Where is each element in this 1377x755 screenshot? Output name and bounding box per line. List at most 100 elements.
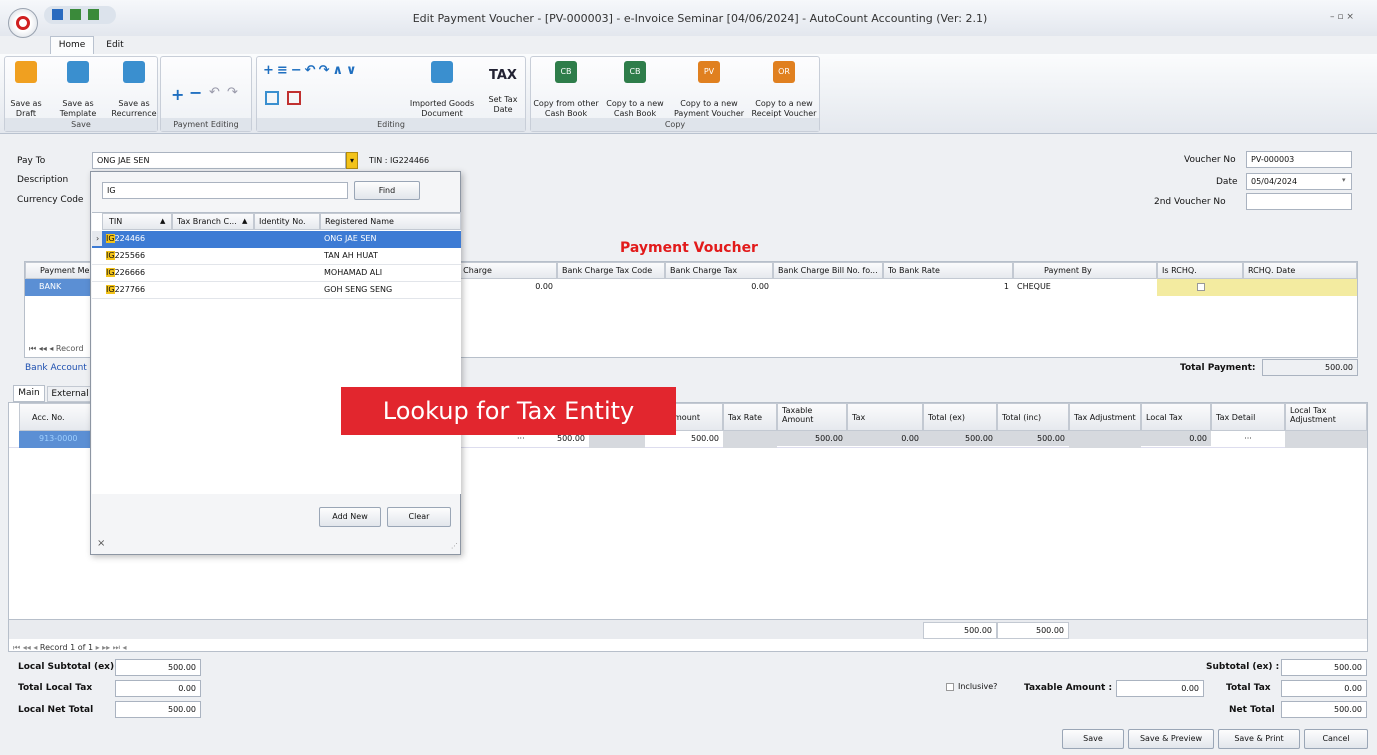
taxable-amount-label: Taxable Amount :: [1024, 683, 1113, 693]
bank-charge-cell[interactable]: 0.00: [451, 279, 557, 294]
close-icon[interactable]: ×: [97, 538, 105, 549]
col-header[interactable]: Bank Charge Tax Code: [557, 262, 665, 279]
col-header[interactable]: Total (ex): [923, 403, 997, 431]
table-row[interactable]: IG227766 GOH SENG SENG: [92, 282, 461, 299]
detail-icon[interactable]: [265, 91, 279, 105]
save-draft-button[interactable]: Save as Draft: [7, 61, 45, 119]
save-draft-quick-icon[interactable]: [70, 9, 81, 20]
tab-edit[interactable]: Edit: [100, 38, 130, 54]
rchq-cell[interactable]: [1157, 279, 1357, 296]
save-button[interactable]: Save: [1062, 729, 1124, 749]
tin-cell[interactable]: IG227766: [102, 282, 172, 297]
nav-last-icon[interactable]: ▸ ▸▸ ⏭ ◂: [93, 643, 127, 652]
col-header[interactable]: Registered Name: [320, 213, 461, 230]
acc-no-cell[interactable]: 913-0000: [19, 431, 99, 448]
name-cell[interactable]: MOHAMAD ALI: [320, 265, 461, 280]
col-header[interactable]: Total (inc): [997, 403, 1069, 431]
total-ex-cell: 500.00: [923, 431, 997, 446]
col-header[interactable]: Is RCHQ.: [1157, 262, 1243, 279]
col-header[interactable]: Bank Charge Tax: [665, 262, 773, 279]
col-header[interactable]: Local Tax: [1141, 403, 1211, 431]
date-field[interactable]: 05/04/2024: [1246, 173, 1352, 190]
copy-new-rv-button[interactable]: OR Copy to a new Receipt Voucher: [749, 61, 819, 119]
lookup-search-input[interactable]: IG: [102, 182, 348, 199]
list-icon[interactable]: [287, 91, 301, 105]
inclusive-label: Inclusive?: [958, 682, 998, 691]
col-header[interactable]: Tax Rate: [723, 403, 777, 431]
tin-cell[interactable]: IG224466: [102, 231, 172, 246]
resize-grip-icon[interactable]: ⋰: [451, 542, 458, 550]
cancel-button[interactable]: Cancel: [1304, 729, 1368, 749]
local-net-label: Local Net Total: [18, 705, 94, 715]
app-logo-icon[interactable]: [8, 8, 38, 38]
col-header[interactable]: Bank Charge Bill No. fo...: [773, 262, 883, 279]
clear-button[interactable]: Clear: [387, 507, 451, 527]
record-nav[interactable]: ⏮ ◂◂ ◂ Record 1 of 1 ▸ ▸▸ ⏭ ◂: [13, 643, 127, 653]
rchq-checkbox[interactable]: [1197, 283, 1205, 291]
bank-charge-tax-cell[interactable]: 0.00: [665, 279, 773, 294]
payment-method-cell[interactable]: BANK: [25, 279, 95, 296]
col-header[interactable]: Payment By: [1013, 262, 1157, 279]
col-header[interactable]: Tax Detail: [1211, 403, 1285, 431]
voucher-no-label: Voucher No: [1184, 155, 1236, 165]
col-header[interactable]: To Bank Rate: [883, 262, 1013, 279]
col-header[interactable]: Tax Adjustment: [1069, 403, 1141, 431]
col-header[interactable]: RCHQ. Date: [1243, 262, 1357, 279]
imported-goods-button[interactable]: Imported Goods Document: [407, 61, 477, 119]
date-dropdown-icon[interactable]: ▾: [1342, 176, 1346, 184]
find-button[interactable]: Find: [354, 181, 420, 200]
total-payment-label: Total Payment:: [1180, 363, 1256, 373]
amount-cell[interactable]: 500.00: [669, 431, 723, 446]
tin-cell[interactable]: IG226666: [102, 265, 172, 280]
col-header[interactable]: Payment Me: [25, 262, 95, 279]
col-header[interactable]: mount: [669, 403, 723, 431]
nav-first-icon[interactable]: ⏮ ◂◂ ◂: [13, 643, 40, 652]
payment-by-cell[interactable]: CHEQUE: [1013, 279, 1157, 294]
voucher-no-field[interactable]: PV-000003: [1246, 151, 1352, 168]
table-row[interactable]: IG226666 MOHAMAD ALI: [92, 265, 461, 282]
col-header[interactable]: Local Tax Adjustment: [1285, 403, 1367, 431]
tax-detail-button[interactable]: ···: [1211, 431, 1285, 446]
save-template-quick-icon[interactable]: [88, 9, 99, 20]
name-cell[interactable]: GOH SENG SENG: [320, 282, 461, 297]
col-header[interactable]: Identity No.: [254, 213, 320, 230]
copy-from-cash-button[interactable]: CB Copy from other Cash Book: [533, 61, 599, 119]
save-recurrence-button[interactable]: Save as Recurrence: [111, 61, 157, 119]
col-header[interactable]: Taxable Amount: [777, 403, 847, 431]
save-quick-icon[interactable]: [52, 9, 63, 20]
col-header[interactable]: Tax: [847, 403, 923, 431]
name-cell[interactable]: TAN AH HUAT: [320, 248, 461, 263]
copy-new-cash-button[interactable]: CB Copy to a new Cash Book: [603, 61, 667, 119]
window-controls[interactable]: – ▫ ×: [1330, 12, 1354, 22]
redo-icon[interactable]: ↷: [227, 85, 238, 100]
bank-account-link[interactable]: Bank Account: [25, 363, 87, 373]
save-template-button[interactable]: Save as Template: [57, 61, 99, 119]
undo-icon[interactable]: ↶: [209, 85, 220, 100]
tab-home[interactable]: Home: [50, 36, 94, 54]
pay-to-field[interactable]: ONG JAE SEN: [92, 152, 346, 169]
table-row[interactable]: IG225566 TAN AH HUAT: [92, 248, 461, 265]
pay-to-dropdown-button[interactable]: ▾: [346, 152, 358, 169]
col-header[interactable]: Acc. No.: [19, 403, 99, 431]
to-bank-rate-cell[interactable]: 1: [883, 279, 1013, 294]
save-preview-button[interactable]: Save & Preview: [1128, 729, 1214, 749]
set-tax-date-button[interactable]: TAX Set Tax Date: [483, 61, 523, 115]
record-nav[interactable]: ⏮ ◂◂ ◂ Record: [29, 344, 84, 354]
tab-main[interactable]: Main: [13, 385, 45, 402]
recurrence-icon: [123, 61, 145, 83]
remove-row-icon[interactable]: −: [189, 83, 202, 102]
save-print-button[interactable]: Save & Print: [1218, 729, 1300, 749]
tax-clock-icon: TAX: [489, 68, 517, 83]
copy-new-pv-button[interactable]: PV Copy to a new Payment Voucher: [671, 61, 747, 119]
tab-external[interactable]: External: [47, 386, 93, 402]
inclusive-checkbox[interactable]: [946, 683, 954, 691]
nav-first-icon[interactable]: ⏮ ◂◂ ◂: [29, 344, 56, 353]
table-row[interactable]: › IG224466 ONG JAE SEN: [92, 231, 461, 248]
add-new-button[interactable]: Add New: [319, 507, 381, 527]
col-header[interactable]: k Charge: [451, 262, 557, 279]
editing-toolbar-icons[interactable]: +≡−↶↷∧∨: [263, 63, 360, 78]
second-voucher-field[interactable]: [1246, 193, 1352, 210]
tin-cell[interactable]: IG225566: [102, 248, 172, 263]
add-row-icon[interactable]: +: [171, 85, 184, 104]
name-cell[interactable]: ONG JAE SEN: [320, 231, 461, 246]
